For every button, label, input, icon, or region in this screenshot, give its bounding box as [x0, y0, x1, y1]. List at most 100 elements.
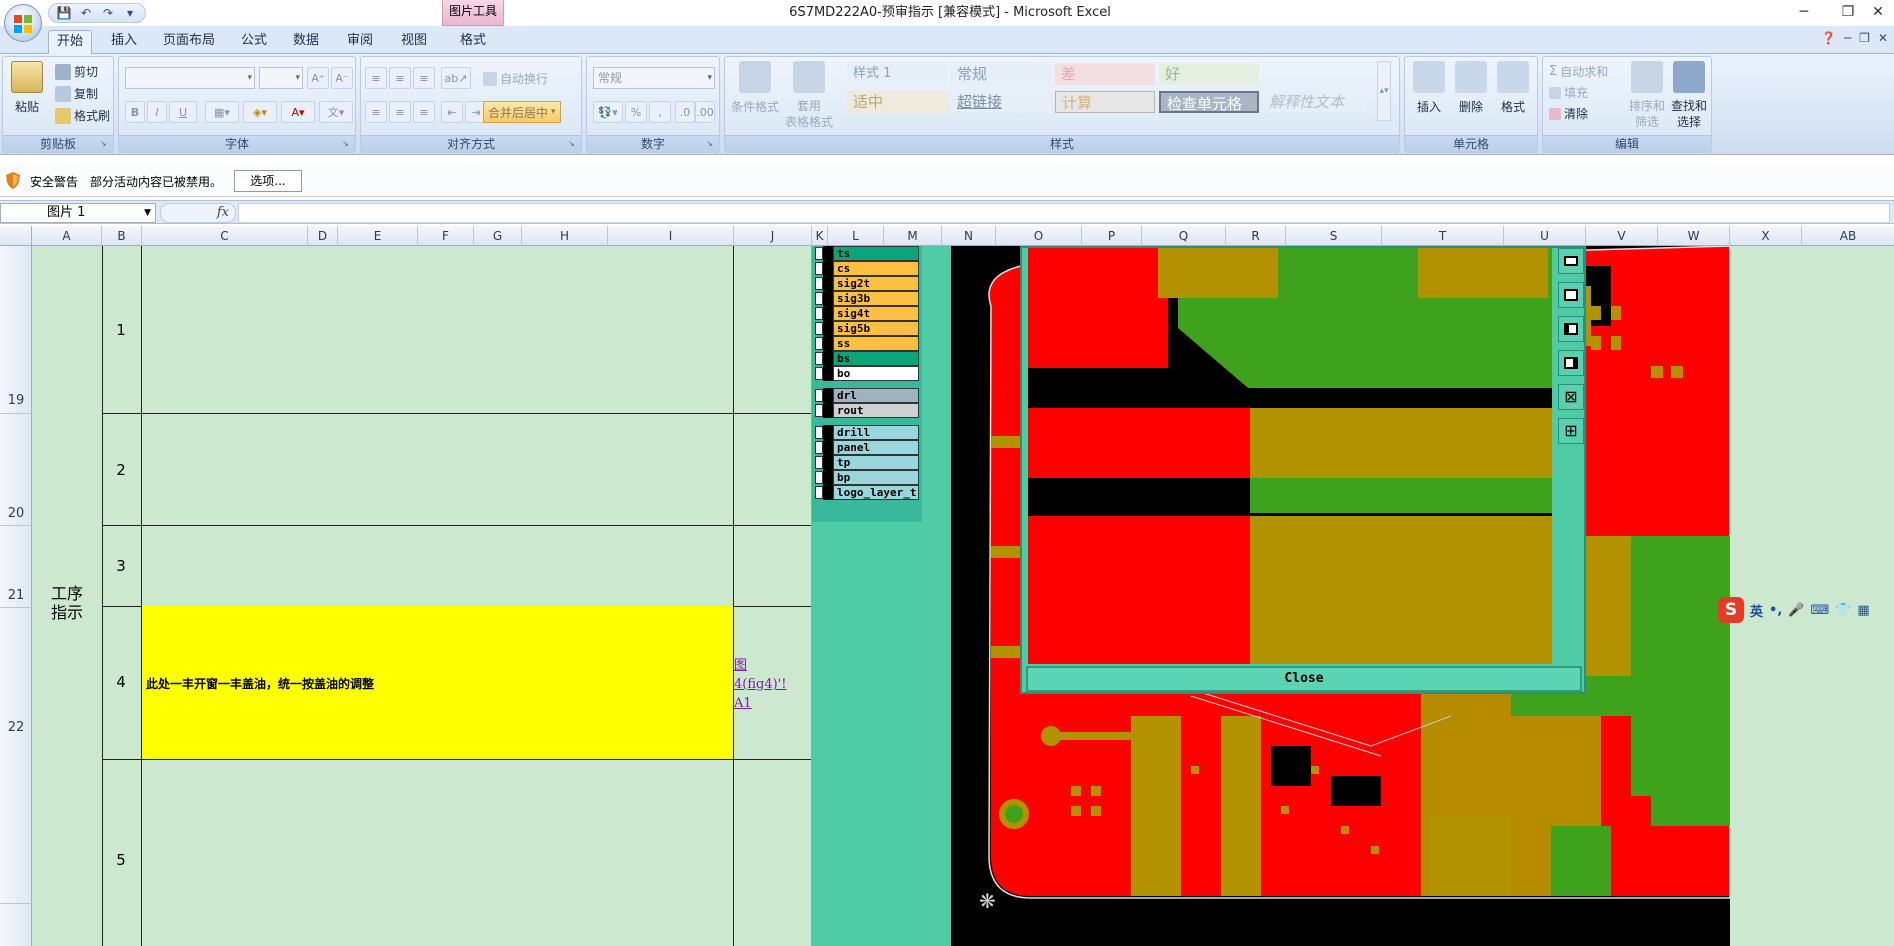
- layer-checkbox[interactable]: [815, 322, 823, 335]
- office-button[interactable]: [4, 4, 42, 42]
- orientation-icon[interactable]: ab↗: [441, 67, 471, 89]
- copy-button[interactable]: 复制: [55, 85, 98, 102]
- cam-layer-item[interactable]: cs: [815, 261, 919, 276]
- column-header[interactable]: X: [1730, 226, 1802, 246]
- cam-tool-icon[interactable]: [1558, 282, 1584, 308]
- dialog-launcher-icon[interactable]: ↘: [342, 139, 352, 149]
- column-header[interactable]: S: [1286, 226, 1382, 246]
- column-header[interactable]: J: [734, 226, 812, 246]
- ribbon-close-icon[interactable]: ✕: [1878, 31, 1888, 45]
- cam-layer-item[interactable]: drl: [815, 388, 919, 403]
- cam-zoom-fit-icon[interactable]: ⊠: [1558, 384, 1584, 410]
- style-cell-bad[interactable]: 差: [1055, 63, 1155, 85]
- style-cell-good[interactable]: 好: [1159, 63, 1259, 85]
- shrink-font-button[interactable]: A⁻: [331, 67, 353, 89]
- layer-checkbox[interactable]: [815, 426, 823, 439]
- cam-layer-item[interactable]: ts: [815, 246, 919, 261]
- column-header[interactable]: Q: [1142, 226, 1226, 246]
- autosum-button[interactable]: Σ 自动求和: [1549, 63, 1608, 80]
- layer-checkbox[interactable]: [815, 307, 823, 320]
- delete-cells-button[interactable]: 删除: [1451, 61, 1491, 115]
- cam-layer-item[interactable]: sig4t: [815, 306, 919, 321]
- layer-checkbox[interactable]: [815, 389, 823, 402]
- decrease-decimal-button[interactable]: .00: [695, 101, 715, 123]
- redo-icon[interactable]: ↷: [99, 5, 117, 21]
- format-as-table-button[interactable]: 套用 表格格式: [783, 61, 835, 130]
- cam-zoom-all-icon[interactable]: ⊞: [1558, 418, 1584, 444]
- column-header[interactable]: O: [996, 226, 1082, 246]
- layer-checkbox[interactable]: [815, 247, 823, 260]
- style-cell-normal[interactable]: 常规: [951, 63, 1051, 85]
- style-cell-style1[interactable]: 样式 1: [847, 63, 947, 85]
- currency-button[interactable]: 💱▾: [593, 101, 623, 123]
- clear-button[interactable]: 清除: [1549, 105, 1588, 122]
- tab-page-layout[interactable]: 页面布局: [158, 30, 220, 54]
- dialog-launcher-icon[interactable]: ↘: [568, 139, 578, 149]
- insert-cells-button[interactable]: 插入: [1409, 61, 1449, 115]
- style-cell-hyperlink[interactable]: 超链接: [951, 91, 1051, 113]
- formula-input[interactable]: [238, 203, 1890, 223]
- column-header[interactable]: V: [1586, 226, 1658, 246]
- cam-tool-icon[interactable]: [1558, 316, 1584, 342]
- font-size-combo[interactable]: ▾: [259, 67, 303, 89]
- column-header[interactable]: U: [1504, 226, 1586, 246]
- cam-layer-item[interactable]: sig3b: [815, 291, 919, 306]
- help-icon[interactable]: ❓: [1821, 31, 1836, 45]
- row-header[interactable]: 19: [0, 246, 32, 414]
- ribbon-minimize-icon[interactable]: ─: [1844, 31, 1851, 45]
- paste-button[interactable]: 粘贴: [9, 61, 45, 115]
- undo-icon[interactable]: ↶: [77, 5, 95, 21]
- style-cell-check[interactable]: 检查单元格: [1159, 91, 1259, 113]
- insert-function-button[interactable]: fx: [160, 203, 236, 223]
- ime-toolbox-icon[interactable]: ▦: [1857, 603, 1869, 618]
- cam-tool-icon[interactable]: [1558, 350, 1584, 376]
- decrease-indent-icon[interactable]: ⇤: [441, 101, 463, 123]
- layer-checkbox[interactable]: [815, 456, 823, 469]
- column-header[interactable]: A: [32, 226, 102, 246]
- style-cell-neutral[interactable]: 适中: [847, 91, 947, 113]
- layer-checkbox[interactable]: [815, 367, 823, 380]
- tab-formulas[interactable]: 公式: [232, 30, 276, 54]
- style-cell-explanatory[interactable]: 解释性文本: [1263, 91, 1367, 113]
- ribbon-restore-icon[interactable]: ❐: [1859, 31, 1870, 45]
- ime-language-toggle[interactable]: 英: [1750, 601, 1763, 620]
- sogou-logo-icon[interactable]: S: [1718, 597, 1744, 623]
- dialog-launcher-icon[interactable]: ↘: [706, 139, 716, 149]
- format-cells-button[interactable]: 格式: [1493, 61, 1533, 115]
- cam-layer-item[interactable]: ss: [815, 336, 919, 351]
- minimize-button[interactable]: ─: [1784, 0, 1824, 24]
- merge-center-button[interactable]: 合并后居中 ▾: [483, 101, 561, 123]
- align-middle-icon[interactable]: ≡: [389, 67, 411, 89]
- cam-layer-item[interactable]: drill: [815, 425, 919, 440]
- column-header[interactable]: B: [102, 226, 142, 246]
- percent-button[interactable]: %: [625, 101, 647, 123]
- borders-button[interactable]: ▦▾: [205, 101, 239, 123]
- cam-close-button[interactable]: Close: [1026, 666, 1582, 692]
- increase-decimal-button[interactable]: .0: [675, 101, 695, 123]
- select-all-corner[interactable]: [0, 226, 32, 246]
- column-header[interactable]: D: [308, 226, 338, 246]
- align-bottom-icon[interactable]: ≡: [413, 67, 435, 89]
- layer-checkbox[interactable]: [815, 262, 823, 275]
- worksheet[interactable]: 19 20 21 22 1 2 3 4 5 工序 指示 此处一丰开窗一丰盖油，统…: [0, 246, 1894, 946]
- style-cell-calculation[interactable]: 计算: [1055, 91, 1155, 113]
- layer-checkbox[interactable]: [815, 292, 823, 305]
- column-header[interactable]: G: [474, 226, 522, 246]
- ime-microphone-icon[interactable]: 🎤: [1788, 603, 1804, 618]
- tab-data[interactable]: 数据: [284, 30, 328, 54]
- layer-checkbox[interactable]: [815, 277, 823, 290]
- column-header[interactable]: W: [1658, 226, 1730, 246]
- tab-insert[interactable]: 插入: [100, 30, 148, 54]
- cam-tool-icon[interactable]: [1558, 248, 1584, 274]
- row-header[interactable]: 20: [0, 414, 32, 526]
- column-header[interactable]: AB: [1802, 226, 1894, 246]
- tab-view[interactable]: 视图: [390, 30, 438, 54]
- close-window-button[interactable]: ✕: [1862, 0, 1894, 24]
- styles-scroll-icon[interactable]: ▴▾: [1377, 61, 1391, 121]
- layer-checkbox[interactable]: [815, 352, 823, 365]
- font-color-button[interactable]: A▾: [281, 101, 315, 123]
- customize-qat-icon[interactable]: ▾: [121, 5, 139, 21]
- italic-button[interactable]: I: [147, 101, 167, 123]
- bold-button[interactable]: B: [125, 101, 145, 123]
- ime-keyboard-icon[interactable]: ⌨: [1810, 603, 1829, 618]
